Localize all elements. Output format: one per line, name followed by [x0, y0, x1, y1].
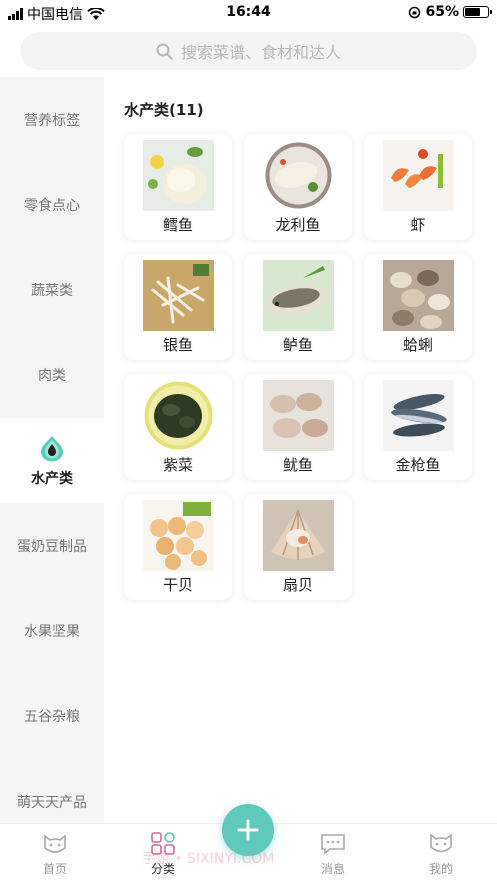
- cod-photo: [143, 140, 214, 211]
- ingredient-card-dried-scallop[interactable]: 干贝: [124, 494, 232, 600]
- tuna-photo: [383, 380, 454, 451]
- sidebar-item-label: 水产类: [31, 470, 73, 487]
- sidebar-item-label: 蔬菜类: [31, 283, 73, 300]
- ingredient-card-clam[interactable]: 蛤蜊: [364, 254, 472, 360]
- sidebar-item-nutrition-tags[interactable]: 营养标签: [0, 77, 104, 162]
- ingredient-label: 鲈鱼: [282, 336, 313, 354]
- ingredient-card-sole[interactable]: 龙利鱼: [244, 134, 352, 240]
- sidebar-item-meat[interactable]: 肉类: [0, 333, 104, 418]
- sidebar-item-label: 萌天天产品: [17, 794, 87, 811]
- active-drop-icon: [41, 435, 63, 462]
- seaweed-photo: [143, 380, 214, 451]
- shrimp-photo: [383, 140, 454, 211]
- ingredient-label: 干贝: [162, 576, 193, 594]
- sidebar-item-vegetables[interactable]: 蔬菜类: [0, 248, 104, 333]
- tab-messages[interactable]: 消息: [303, 832, 363, 877]
- ingredient-label: 扇贝: [282, 576, 313, 594]
- tab-label: 消息: [320, 862, 345, 876]
- ingredient-label: 鱿鱼: [282, 456, 313, 474]
- dried-scallop-photo: [143, 500, 214, 571]
- sidebar-item-label: 肉类: [38, 368, 66, 385]
- sidebar-item-label: 营养标签: [24, 112, 80, 129]
- ingredient-label: 金枪鱼: [395, 456, 441, 474]
- status-right: 65%: [408, 4, 492, 20]
- scallop-photo: [263, 500, 334, 571]
- ingredient-card-perch[interactable]: 鲈鱼: [244, 254, 352, 360]
- category-sidebar: 营养标签 零食点心 蔬菜类 肉类 水产类 蛋奶豆制品 水果坚果 五谷杂粮 萌天天…: [0, 77, 104, 823]
- ingredient-label: 龙利鱼: [275, 216, 321, 234]
- whitebait-photo: [143, 260, 214, 331]
- ingredient-card-seaweed[interactable]: 紫菜: [124, 374, 232, 480]
- battery-icon: [463, 6, 492, 18]
- sidebar-item-dairy-soy[interactable]: 蛋奶豆制品: [0, 503, 104, 588]
- cat-face-icon: [44, 834, 66, 853]
- sidebar-item-grains[interactable]: 五谷杂粮: [0, 674, 104, 759]
- sidebar-item-snacks[interactable]: 零食点心: [0, 162, 104, 247]
- tab-home[interactable]: 首页: [25, 832, 85, 877]
- sole-fish-photo: [263, 140, 334, 211]
- sidebar-item-label: 蛋奶豆制品: [17, 538, 87, 555]
- search-bar[interactable]: 搜索菜谱、食材和达人: [20, 32, 477, 70]
- tab-label: 首页: [42, 862, 67, 876]
- search-placeholder: 搜索菜谱、食材和达人: [180, 43, 341, 62]
- tab-profile[interactable]: 我的: [411, 832, 471, 877]
- ingredient-card-shrimp[interactable]: 虾: [364, 134, 472, 240]
- ingredient-card-tuna[interactable]: 金枪鱼: [364, 374, 472, 480]
- battery-percent: 65%: [425, 4, 459, 20]
- ingredient-card-scallop[interactable]: 扇贝: [244, 494, 352, 600]
- ingredient-label: 紫菜: [162, 456, 193, 474]
- profile-cat-icon: [430, 833, 452, 853]
- ingredient-label: 蛤蜊: [402, 336, 433, 354]
- ingredient-card-whitebait[interactable]: 银鱼: [124, 254, 232, 360]
- ingredient-label: 银鱼: [162, 336, 193, 354]
- ingredient-card-cod[interactable]: 鳕鱼: [124, 134, 232, 240]
- squid-photo: [263, 380, 334, 451]
- ingredient-card-squid[interactable]: 鱿鱼: [244, 374, 352, 480]
- section-title: 水产类(11): [124, 101, 204, 119]
- status-bar: 中国电信 16:44 65%: [0, 0, 497, 26]
- sidebar-item-label: 五谷杂粮: [24, 709, 80, 726]
- sidebar-item-seafood[interactable]: 水产类: [0, 418, 104, 504]
- watermark-text: 手游 • SIXINYI.COM: [142, 851, 275, 867]
- sidebar-item-label: 零食点心: [24, 197, 80, 214]
- search-icon: [156, 43, 173, 60]
- clam-photo: [383, 260, 454, 331]
- sidebar-item-fruits-nuts[interactable]: 水果坚果: [0, 589, 104, 674]
- sidebar-item-label: 水果坚果: [24, 624, 80, 641]
- tab-label: 我的: [428, 862, 453, 876]
- ingredient-label: 鳕鱼: [162, 216, 193, 234]
- message-icon: [321, 834, 345, 855]
- plus-icon: [237, 819, 259, 841]
- ingredient-label: 虾: [410, 216, 426, 234]
- perch-photo: [263, 260, 334, 331]
- orientation-lock-icon: [409, 6, 421, 18]
